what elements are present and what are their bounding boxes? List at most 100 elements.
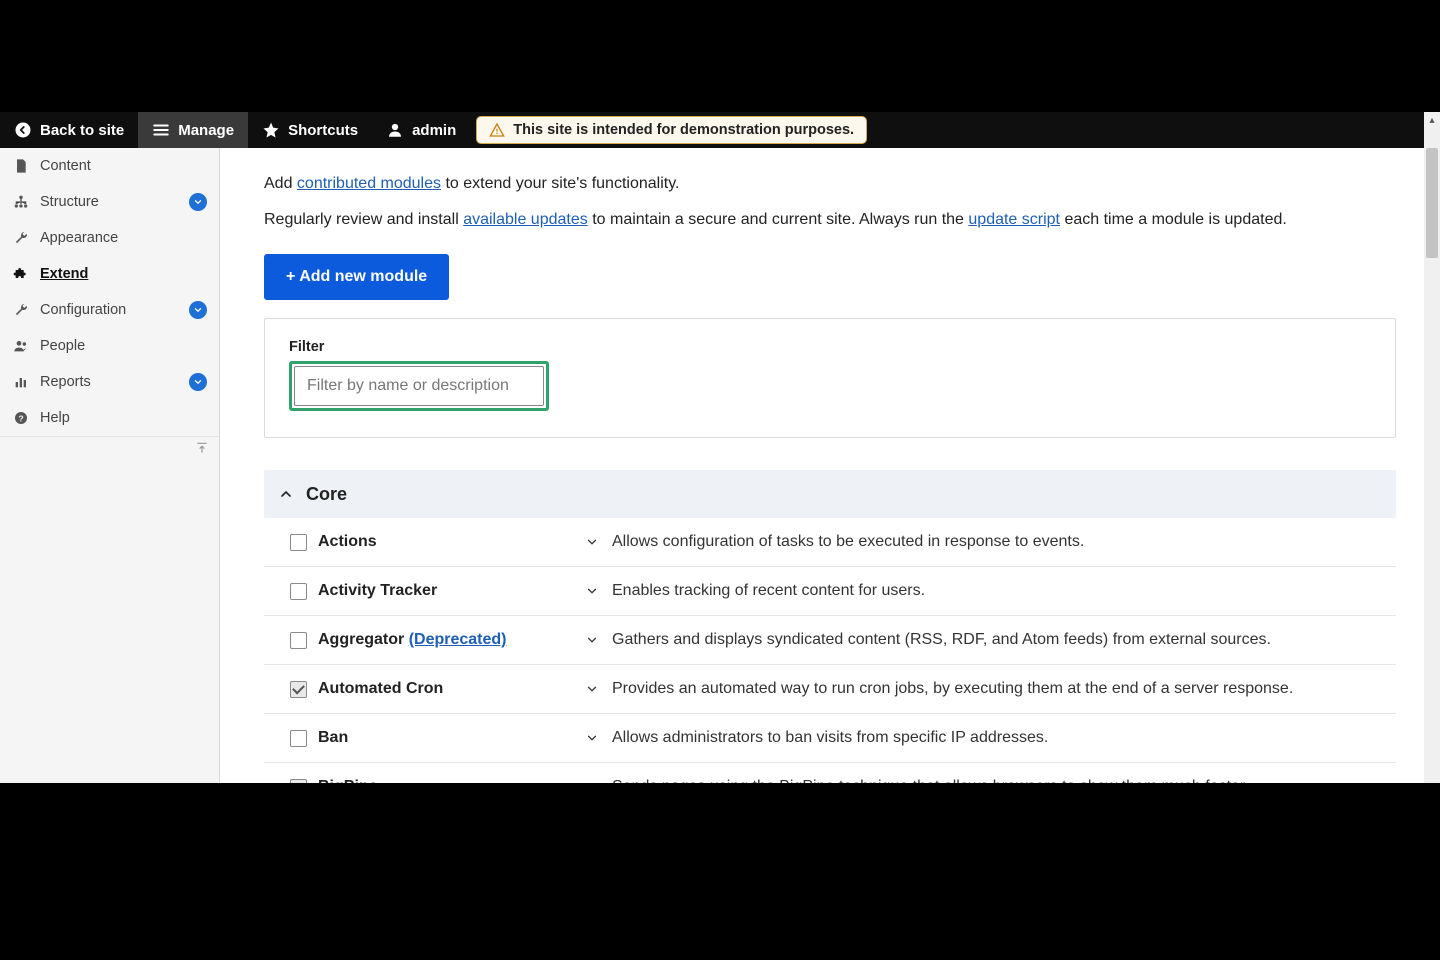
back-to-site-button[interactable]: Back to site — [0, 112, 138, 148]
module-row: ActionsAllows configuration of tasks to … — [264, 518, 1396, 567]
filter-panel: Filter — [264, 318, 1396, 438]
module-name-text: Aggregator — [318, 631, 404, 648]
module-expand-toggle[interactable] — [578, 535, 606, 549]
available-updates-link[interactable]: available updates — [463, 211, 588, 228]
chevron-down-icon[interactable] — [189, 193, 207, 211]
module-expand-toggle[interactable] — [578, 780, 606, 783]
module-description: Gathers and displays syndicated content … — [606, 631, 1382, 649]
module-checkbox[interactable] — [290, 583, 307, 600]
intro-text-fragment: to maintain a secure and current site. A… — [588, 211, 969, 228]
vertical-scrollbar[interactable]: ▴ — [1424, 112, 1440, 783]
update-script-link[interactable]: update script — [968, 211, 1060, 228]
hierarchy-icon — [12, 194, 30, 210]
module-checkbox[interactable] — [290, 779, 307, 784]
module-expand-toggle[interactable] — [578, 682, 606, 696]
sidebar-collapse-button[interactable] — [0, 436, 219, 458]
sidebar-item-label: Content — [40, 158, 207, 174]
chevron-down-icon — [585, 682, 599, 696]
sidebar-item-label: Configuration — [40, 302, 179, 318]
module-name-text: Automated Cron — [318, 680, 443, 697]
add-module-button[interactable]: + Add new module — [264, 254, 449, 300]
intro-text: Add contributed modules to extend your s… — [264, 172, 1396, 232]
module-checkbox-cell — [278, 779, 318, 784]
puzzle-icon — [12, 266, 30, 282]
body: Content Structure Appearance Extend Conf… — [0, 148, 1440, 783]
svg-text:?: ? — [18, 413, 23, 423]
module-checkbox-cell — [278, 730, 318, 747]
filter-input[interactable] — [294, 366, 544, 406]
sidebar-item-label: People — [40, 338, 207, 354]
module-checkbox-cell — [278, 583, 318, 600]
contributed-modules-link[interactable]: contributed modules — [297, 175, 441, 192]
chevron-down-icon — [585, 780, 599, 783]
intro-text-fragment: each time a module is updated. — [1060, 211, 1287, 228]
module-row: BigPipeSends pages using the BigPipe tec… — [264, 763, 1396, 783]
module-expand-toggle[interactable] — [578, 584, 606, 598]
chevron-down-icon[interactable] — [189, 301, 207, 319]
shortcuts-button[interactable]: Shortcuts — [248, 112, 372, 148]
sidebar-item-help[interactable]: ? Help — [0, 400, 219, 436]
module-expand-toggle[interactable] — [578, 633, 606, 647]
collapse-up-icon — [195, 441, 209, 455]
user-label: admin — [412, 122, 456, 139]
chevron-down-icon — [585, 633, 599, 647]
module-name: Activity Tracker — [318, 582, 578, 600]
module-row: Ban Allows administrators to ban visits f… — [264, 714, 1396, 763]
module-row: Aggregator (Deprecated) Gathers and displ… — [264, 616, 1396, 665]
arrow-left-circle-icon — [14, 121, 32, 139]
deprecated-link[interactable]: (Deprecated) — [409, 631, 507, 648]
module-checkbox[interactable] — [290, 681, 307, 698]
module-name: BigPipe — [318, 778, 578, 783]
people-icon — [12, 338, 30, 354]
sidebar-item-content[interactable]: Content — [0, 148, 219, 184]
admin-toolbar: Back to site Manage Shortcuts admin This… — [0, 112, 1440, 148]
chevron-down-icon — [585, 535, 599, 549]
module-name: Actions — [318, 533, 578, 551]
module-checkbox[interactable] — [290, 534, 307, 551]
back-label: Back to site — [40, 122, 124, 139]
module-checkbox-cell — [278, 632, 318, 649]
module-description: Provides an automated way to run cron jo… — [606, 680, 1382, 698]
scroll-thumb[interactable] — [1426, 148, 1438, 258]
module-checkbox-cell — [278, 681, 318, 698]
module-row: Activity TrackerEnables tracking of rece… — [264, 567, 1396, 616]
sidebar-item-label: Extend — [40, 266, 207, 282]
user-icon — [386, 121, 404, 139]
scroll-up-button[interactable]: ▴ — [1424, 112, 1440, 128]
shortcuts-label: Shortcuts — [288, 122, 358, 139]
sidebar-item-reports[interactable]: Reports — [0, 364, 219, 400]
intro-text-fragment: Regularly review and install — [264, 211, 463, 228]
module-list: ActionsAllows configuration of tasks to … — [264, 518, 1396, 783]
sidebar-item-label: Help — [40, 410, 207, 426]
chevron-down-icon[interactable] — [189, 373, 207, 391]
module-name-text: Actions — [318, 533, 377, 550]
admin-sidebar: Content Structure Appearance Extend Conf… — [0, 148, 220, 783]
section-toggle-core[interactable]: Core — [264, 470, 1396, 518]
demo-notice: This site is intended for demonstration … — [476, 116, 867, 144]
filter-label: Filter — [289, 339, 1371, 355]
notice-text: This site is intended for demonstration … — [513, 122, 854, 138]
module-checkbox-cell — [278, 534, 318, 551]
module-description: Allows administrators to ban visits from… — [606, 729, 1382, 747]
wrench-icon — [12, 302, 30, 318]
module-name: Ban — [318, 729, 578, 747]
sidebar-item-label: Structure — [40, 194, 179, 210]
sidebar-item-structure[interactable]: Structure — [0, 184, 219, 220]
module-checkbox[interactable] — [290, 730, 307, 747]
manage-button[interactable]: Manage — [138, 112, 248, 148]
sidebar-item-extend[interactable]: Extend — [0, 256, 219, 292]
module-name: Aggregator (Deprecated) — [318, 631, 578, 649]
star-icon — [262, 121, 280, 139]
sidebar-item-configuration[interactable]: Configuration — [0, 292, 219, 328]
file-icon — [12, 158, 30, 174]
user-menu-button[interactable]: admin — [372, 112, 470, 148]
section-title: Core — [306, 484, 347, 505]
wrench-icon — [12, 230, 30, 246]
module-name-text: BigPipe — [318, 778, 378, 783]
module-expand-toggle[interactable] — [578, 731, 606, 745]
sidebar-item-people[interactable]: People — [0, 328, 219, 364]
sidebar-item-appearance[interactable]: Appearance — [0, 220, 219, 256]
bar-chart-icon — [12, 374, 30, 390]
module-row: Automated Cron Provides an automated way … — [264, 665, 1396, 714]
module-checkbox[interactable] — [290, 632, 307, 649]
